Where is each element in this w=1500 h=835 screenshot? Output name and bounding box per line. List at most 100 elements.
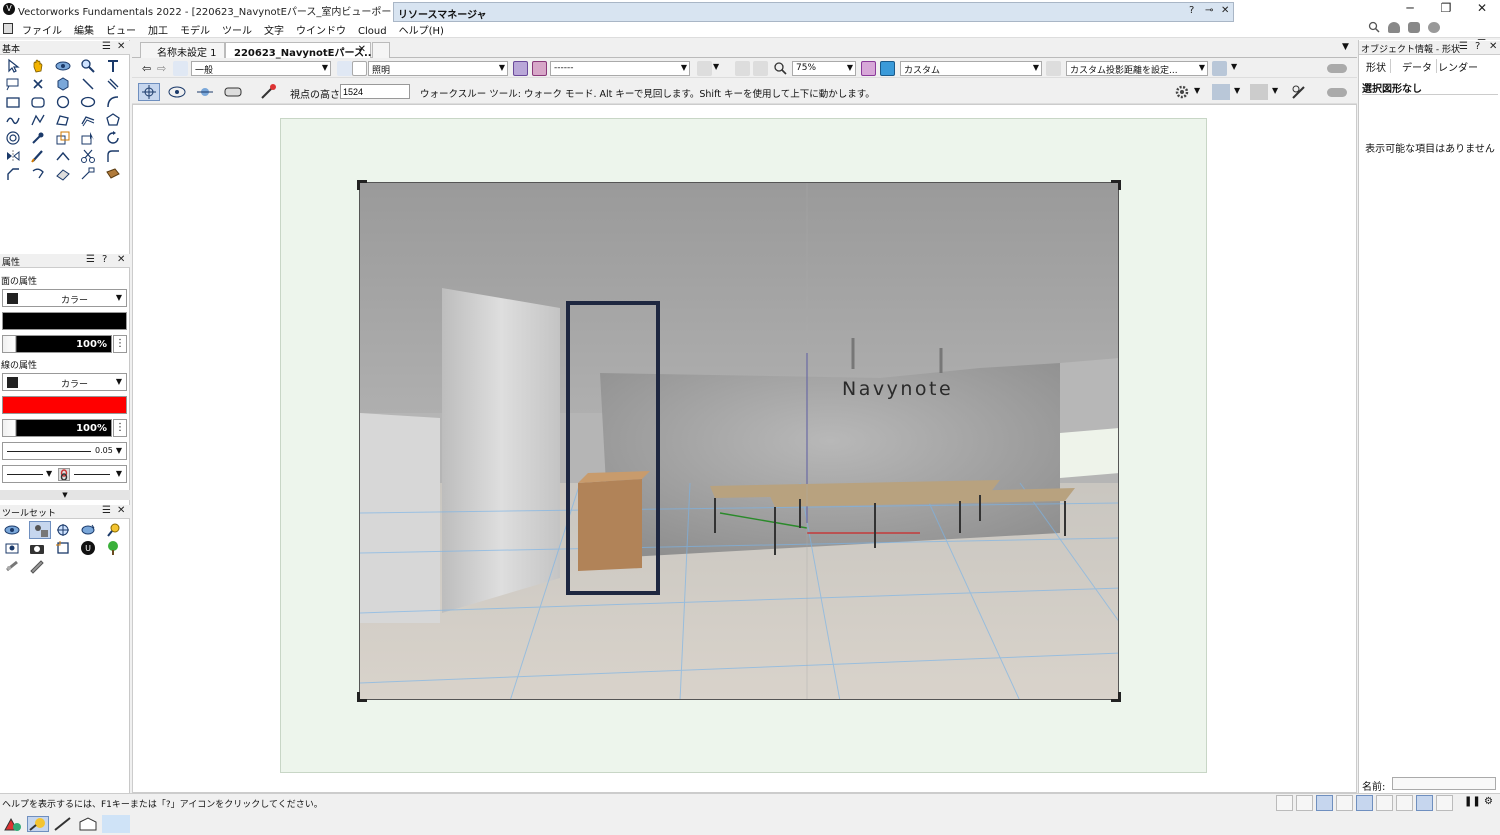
double-polyline-tool-icon[interactable]	[80, 112, 96, 128]
rounded-rectangle-tool-icon[interactable]	[30, 94, 46, 110]
fit-to-objects-icon[interactable]	[735, 61, 750, 76]
chevron-down-icon[interactable]: ▼	[1234, 86, 1240, 95]
fill-style-select[interactable]: カラー ▼	[2, 289, 127, 307]
text-tool-icon[interactable]	[105, 58, 121, 74]
double-line-tool-icon[interactable]	[105, 76, 121, 92]
crop-handle-bottom-right[interactable]	[1111, 692, 1121, 702]
palette-close-icon[interactable]: ✕	[1489, 41, 1497, 52]
crop-handle-top-left[interactable]	[357, 180, 367, 190]
chamfer-tool-icon[interactable]	[5, 166, 21, 182]
palette-close-icon[interactable]: ✕	[117, 254, 125, 265]
flyover-tool-icon[interactable]	[55, 58, 71, 74]
view-icon[interactable]	[861, 61, 876, 76]
flyover-tool-icon[interactable]	[4, 522, 20, 538]
projection-icon[interactable]	[880, 61, 895, 76]
fillet-tool-icon[interactable]	[105, 148, 121, 164]
link-icon[interactable]	[58, 468, 70, 481]
collapse-toggle-icon[interactable]: ▼	[0, 490, 130, 500]
building-shell-tab-icon[interactable]	[77, 816, 99, 832]
spiral-tool-icon[interactable]	[5, 130, 21, 146]
snap-to-distance-icon[interactable]	[1356, 795, 1373, 811]
lock-icon[interactable]	[1408, 22, 1420, 33]
unreal-engine-icon[interactable]: U	[80, 540, 96, 556]
clip-tool-icon[interactable]	[30, 166, 46, 182]
regular-polygon-tool-icon[interactable]	[105, 112, 121, 128]
snap-to-angle-icon[interactable]	[1316, 795, 1333, 811]
dimension-tool-icon[interactable]	[80, 166, 96, 182]
eyedropper-tool-icon[interactable]	[30, 130, 46, 146]
menu-text[interactable]: 文字	[258, 19, 290, 37]
fill-color-bar[interactable]	[2, 312, 127, 330]
menu-model[interactable]: モデル	[174, 19, 216, 37]
resource-manager-pin-button[interactable]: ⊸	[1205, 5, 1213, 16]
new-tab-button[interactable]	[372, 42, 390, 58]
active-layer-select[interactable]: 照明 ▼	[368, 61, 508, 76]
vr-mode-icon[interactable]	[222, 83, 244, 101]
menu-edit[interactable]: 編集	[68, 19, 100, 37]
forward-arrow-icon[interactable]: ⇨	[157, 62, 166, 75]
reshape-tool-icon[interactable]	[80, 130, 96, 146]
palette-menu-icon[interactable]: ☰	[86, 254, 95, 265]
palette-help-icon[interactable]: ?	[102, 254, 107, 265]
smart-points-icon[interactable]	[1376, 795, 1393, 811]
rotate-view-tool-icon[interactable]	[80, 522, 96, 538]
tab-shape[interactable]: 形状	[1362, 59, 1391, 74]
dimension-tab-icon[interactable]	[52, 816, 74, 832]
smart-edge-icon[interactable]	[1396, 795, 1413, 811]
menu-cloud[interactable]: Cloud	[352, 23, 393, 37]
render-mode-icon[interactable]	[697, 61, 712, 76]
zoom-icon[interactable]	[773, 61, 788, 76]
snap-to-object-icon[interactable]	[1296, 795, 1313, 811]
saved-views-icon[interactable]	[513, 61, 528, 76]
walkthrough-tool-icon[interactable]	[29, 521, 51, 539]
zoom-tool-icon[interactable]	[80, 58, 96, 74]
walk-mode-icon[interactable]	[138, 83, 160, 101]
snap-to-tangent-icon[interactable]	[1416, 795, 1433, 811]
snap-to-grid-icon[interactable]	[1276, 795, 1293, 811]
working-plane-snap-icon[interactable]	[1436, 795, 1453, 811]
mirror-tool-icon[interactable]	[5, 148, 21, 164]
palette-help-icon[interactable]: ?	[1475, 41, 1480, 52]
mode-bar-collapse-icon[interactable]	[1327, 88, 1347, 97]
saved-view-select[interactable]: ------ ▼	[550, 61, 690, 76]
pan-tool-icon[interactable]	[30, 58, 46, 74]
translate-view-tool-icon[interactable]	[55, 522, 71, 538]
callout-tool-icon[interactable]	[5, 76, 21, 92]
tab-render[interactable]: レンダー	[1434, 59, 1482, 74]
palette-close-icon[interactable]: ✕	[117, 505, 125, 516]
gear-icon[interactable]: ⚙	[1484, 796, 1493, 807]
line-weight-select[interactable]: 0.05 ▼	[2, 442, 127, 460]
crop-handle-bottom-left[interactable]	[357, 692, 367, 702]
3d-locus-tool-icon[interactable]	[55, 76, 71, 92]
chevron-down-icon[interactable]: ▼	[1231, 62, 1237, 71]
camera-tool-icon[interactable]	[29, 540, 45, 556]
menu-tools[interactable]: ツール	[216, 19, 258, 37]
palette-close-icon[interactable]: ✕	[117, 41, 125, 52]
tab-close-icon[interactable]: ✕	[358, 44, 366, 55]
document-icon[interactable]	[3, 23, 13, 34]
circle-tool-icon[interactable]	[55, 94, 71, 110]
freehand-tool-icon[interactable]	[5, 112, 21, 128]
crop-view-tool-icon[interactable]	[55, 540, 71, 556]
snap-to-intersection-icon[interactable]	[1336, 795, 1353, 811]
active-class-select[interactable]: 一般 ▼	[191, 61, 331, 76]
fill-opacity-bar[interactable]: 100%	[2, 335, 112, 353]
menu-window[interactable]: ウインドウ	[290, 19, 352, 37]
zoom-select[interactable]: 75% ▼	[792, 61, 856, 76]
class-options-icon[interactable]	[173, 61, 188, 76]
eye-height-input[interactable]	[340, 84, 410, 99]
lighting-options-icon[interactable]	[1212, 61, 1227, 76]
line-opacity-menu-button[interactable]: ⋮	[113, 419, 127, 437]
view-bar-collapse-icon[interactable]	[1327, 64, 1347, 73]
locus-tool-icon[interactable]	[30, 76, 46, 92]
attribute-mapping-tool-icon[interactable]	[105, 166, 121, 182]
light-tool-icon[interactable]	[105, 522, 121, 538]
line-color-bar[interactable]	[2, 396, 127, 414]
resize-tool-icon[interactable]	[55, 130, 71, 146]
plant-tool-icon[interactable]	[105, 540, 121, 556]
layer-visibility-icon[interactable]	[352, 61, 367, 76]
oval-tool-icon[interactable]	[80, 94, 96, 110]
chevron-down-icon[interactable]: ▼	[713, 62, 719, 71]
polyline-tool-icon[interactable]	[30, 112, 46, 128]
arc-tool-icon[interactable]	[105, 94, 121, 110]
